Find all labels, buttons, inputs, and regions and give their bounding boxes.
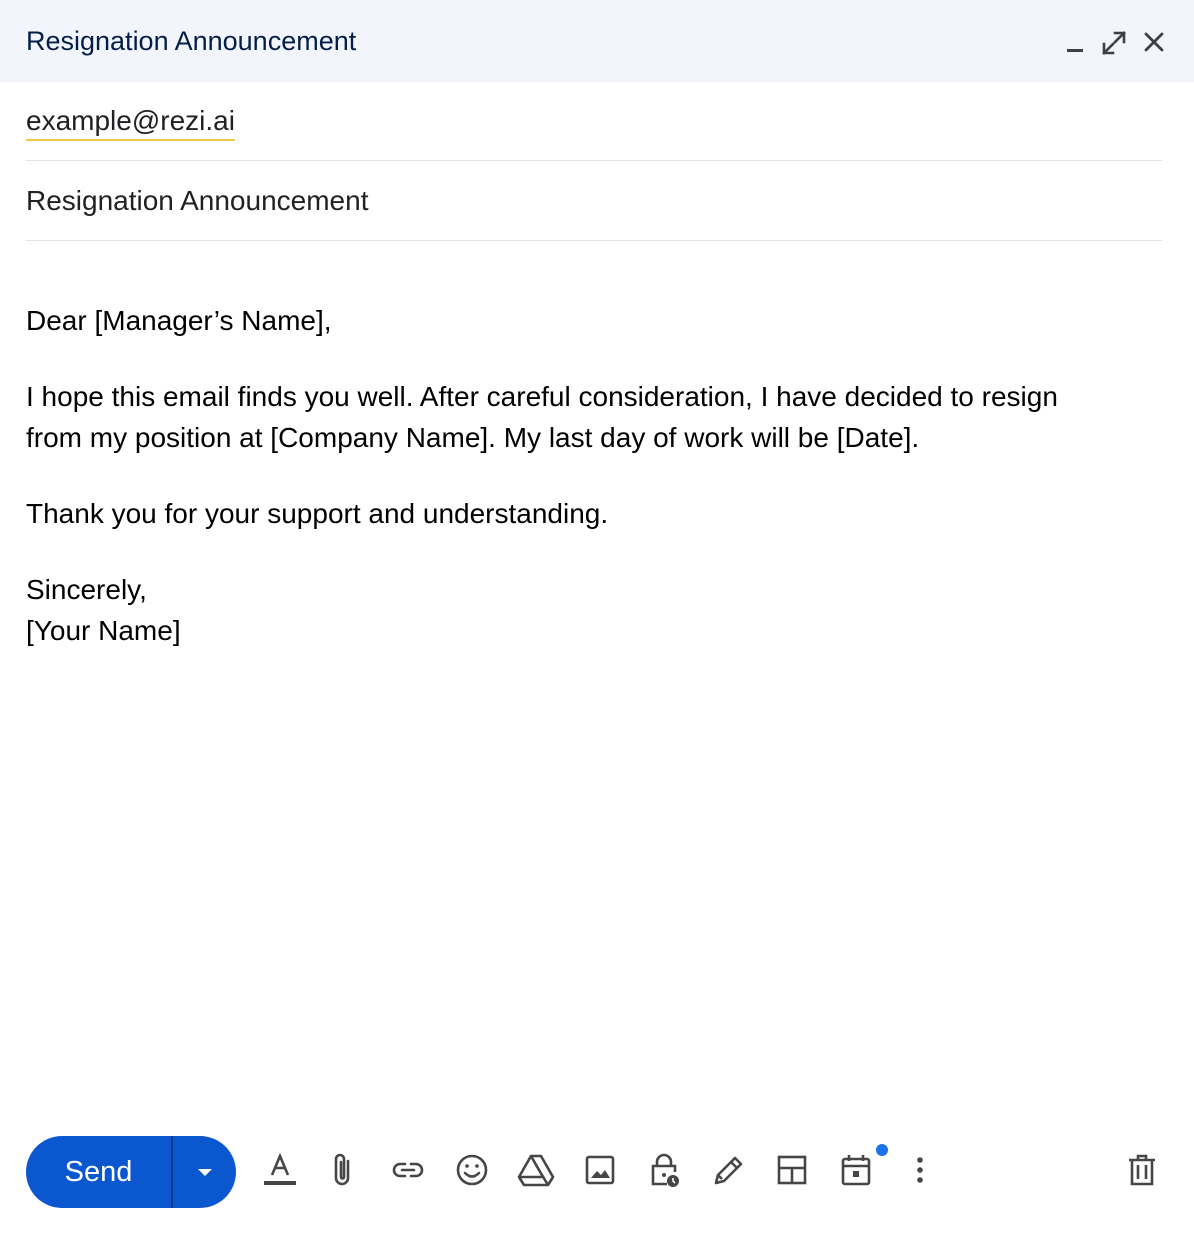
body-signature: [Your Name] <box>26 615 181 646</box>
layout-icon[interactable] <box>772 1150 812 1190</box>
delete-icon[interactable] <box>1122 1150 1162 1190</box>
photo-icon[interactable] <box>580 1150 620 1190</box>
notification-dot <box>876 1144 888 1156</box>
link-icon[interactable] <box>388 1150 428 1190</box>
body-greeting: Dear [Manager’s Name], <box>26 305 332 336</box>
body-closing: Sincerely, <box>26 574 147 605</box>
subject-input[interactable]: Resignation Announcement <box>26 184 368 218</box>
send-button[interactable]: Send <box>26 1136 171 1208</box>
send-button-group: Send <box>26 1136 236 1208</box>
message-body[interactable]: Dear [Manager’s Name], I hope this email… <box>26 300 1136 651</box>
body-paragraph-line: I hope this email finds you well. After … <box>26 381 1058 412</box>
signature-icon[interactable] <box>708 1150 748 1190</box>
confidential-icon[interactable] <box>644 1150 684 1190</box>
more-options-icon[interactable] <box>900 1150 940 1190</box>
drive-icon[interactable] <box>516 1150 556 1190</box>
compose-title: Resignation Announcement <box>26 26 357 56</box>
formatting-icon[interactable] <box>260 1150 300 1190</box>
expand-icon[interactable] <box>1097 26 1131 60</box>
subject-field[interactable]: Resignation Announcement <box>26 160 1162 241</box>
attach-icon[interactable] <box>323 1150 363 1190</box>
body-paragraph: Thank you for your support and understan… <box>26 498 609 529</box>
body-paragraph-line: from my position at [Company Name]. My l… <box>26 422 920 453</box>
minimize-icon[interactable] <box>1057 26 1091 60</box>
caret-down-icon <box>197 1169 212 1176</box>
close-icon[interactable] <box>1137 26 1171 60</box>
send-options-button[interactable] <box>173 1136 236 1208</box>
recipient-chip[interactable]: example@rezi.ai <box>26 104 235 141</box>
schedule-icon[interactable] <box>836 1150 876 1190</box>
compose-header: Resignation Announcement <box>0 0 1194 82</box>
emoji-icon[interactable] <box>452 1150 492 1190</box>
to-field[interactable]: example@rezi.ai <box>26 82 1162 161</box>
compose-toolbar: Send <box>0 1120 1194 1236</box>
